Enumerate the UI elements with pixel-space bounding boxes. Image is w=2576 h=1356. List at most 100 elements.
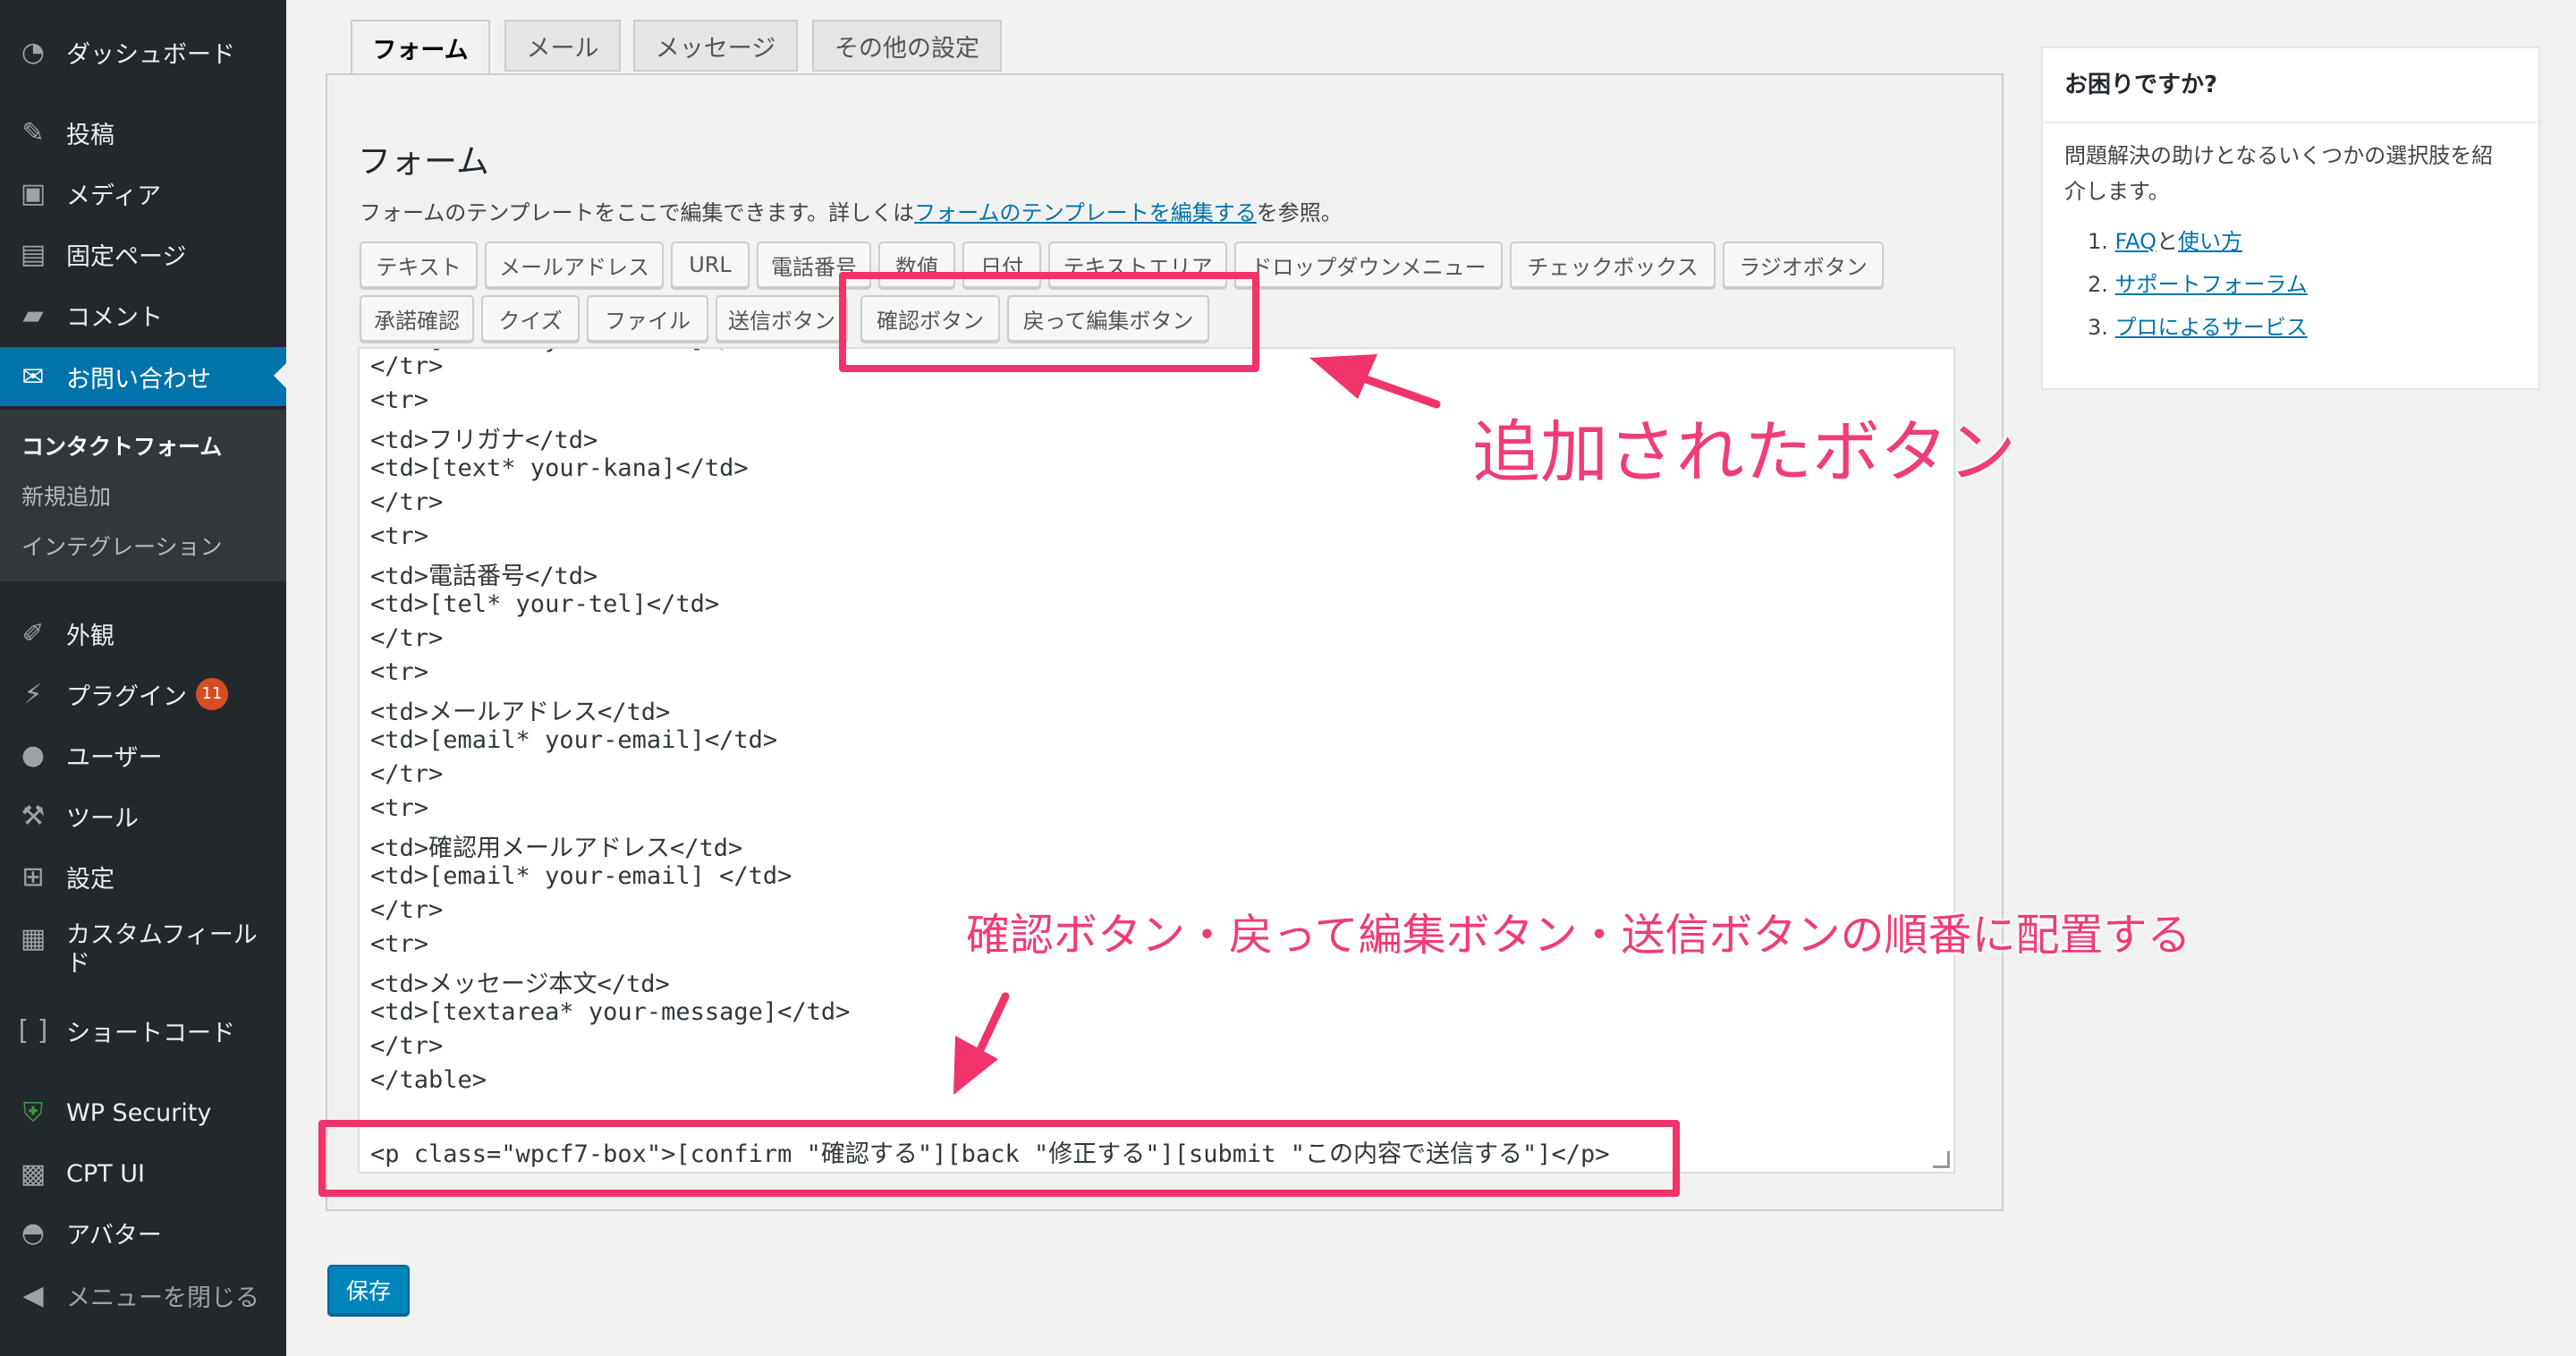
help-list-item-3: 3. プロによるサービス [2088,309,2308,341]
code-line: </tr> [370,352,444,380]
tab-form[interactable]: フォーム [351,20,490,75]
menu-posts[interactable]: ✎ 投稿 [0,104,286,161]
menu-dashboard-label: ダッシュボード [66,40,235,69]
tag-button-text[interactable]: テキスト [360,242,478,288]
menu-dashboard[interactable]: ◔ ダッシュボード [0,23,286,81]
menu-pages[interactable]: ▤ 固定ページ [0,225,286,283]
menu-avatar[interactable]: ◓ アバター [0,1204,286,1261]
submenu-integration[interactable]: インテグレーション [21,530,223,562]
menu-wp-security[interactable]: ⛨ WP Security [0,1084,286,1141]
user-icon: ● [21,739,46,771]
contact-submenu: コンタクトフォーム 新規追加 インテグレーション [0,410,286,581]
panel-description: フォームのテンプレートをここで編集できます。詳しくはフォームのテンプレートを編集… [360,195,1343,226]
tab-messages[interactable]: メッセージ [633,20,798,72]
code-line: <td>[textarea* your-message]</td> [370,998,851,1026]
tab-mail[interactable]: メール [504,20,621,72]
mail-icon: ✉ [21,360,45,393]
code-line: <td>電話番号</td> [370,563,598,590]
table-icon: ▦ [20,923,47,954]
dashboard-icon: ◔ [21,36,46,68]
menu-contact-label: お問い合わせ [66,365,211,394]
code-line: <td>確認用メールアドレス</td> [370,835,743,862]
help-divider [2043,122,2538,123]
tag-button-submit[interactable]: 送信ボタン [716,295,848,342]
menu-settings[interactable]: ⊞ 設定 [0,848,286,905]
menu-comments[interactable]: ▰ コメント [0,286,286,343]
order-note-callout: 確認ボタン・戻って編集ボタン・送信ボタンの順番に配置する [966,910,2191,961]
menu-avatar-label: アバター [66,1221,162,1250]
code-line: </tr> [370,896,444,924]
submenu-contact-form[interactable]: コンタクトフォーム [21,429,222,462]
tag-button-checkbox[interactable]: チェックボックス [1510,242,1716,288]
menu-posts-label: 投稿 [66,121,114,149]
menu-appearance[interactable]: ✐ 外観 [0,605,286,662]
tab-other-settings[interactable]: その他の設定 [812,20,1002,72]
code-line: <tr> [370,658,429,686]
submenu-add-new[interactable]: 新規追加 [21,479,111,512]
desc-text-before: フォームのテンプレートをここで編集できます。詳しくは [360,200,915,225]
active-notch [274,363,286,388]
menu-collapse[interactable]: ◀ メニューを閉じる [0,1267,286,1324]
resize-handle-icon[interactable] [1933,1151,1950,1168]
code-line: <td>[email* your-email]</td> [370,726,778,754]
added-buttons-callout: 追加されたボタン [1472,412,2016,492]
code-line: </tr> [370,488,444,516]
menu-cpt-ui[interactable]: ▩ CPT UI [0,1145,286,1202]
collapse-arrow-icon: ◀ [22,1279,44,1311]
menu-appearance-label: 外観 [66,622,114,650]
menu-media[interactable]: ▣ メディア [0,165,286,222]
menu-comments-label: コメント [66,303,163,332]
tag-button-radio[interactable]: ラジオボタン [1723,242,1884,288]
faq-link[interactable]: FAQ [2115,229,2157,254]
wrench-icon: ⚒ [21,800,46,832]
code-line-highlight [318,1120,1680,1197]
help-title: お困りですか? [2064,72,2218,98]
code-line: </tr> [370,624,444,652]
tag-button-email[interactable]: メールアドレス [485,242,664,288]
code-line: <td>メールアドレス</td> [370,699,671,726]
code-line: <td>[tel* your-tel]</td> [370,590,720,618]
help-num-2: 2. [2088,272,2108,297]
menu-shortcode[interactable]: [ ] ショートコード [0,1002,286,1059]
menu-tools-label: ツール [66,804,139,833]
desc-text-after: を参照。 [1256,200,1343,225]
menu-custom-fields[interactable]: ▦ カスタムフィールド [0,914,286,993]
help-num-1: 1. [2088,229,2108,254]
menu-custom-fields-label: カスタムフィールド [66,921,258,978]
code-line: <td>フリガナ</td> [370,427,598,454]
menu-wp-security-label: WP Security [66,1098,212,1127]
menu-shortcode-label: ショートコード [66,1019,235,1047]
menu-tools[interactable]: ⚒ ツール [0,787,286,844]
menu-contact[interactable]: ✉ お問い合わせ [0,347,286,406]
shield-icon: ⛨ [22,1097,44,1129]
pro-services-link[interactable]: プロによるサービス [2115,315,2308,340]
plugin-icon: ⚡ [23,678,43,710]
help-list-item-1: 1. FAQと使い方 [2088,224,2242,255]
support-forum-link[interactable]: サポートフォーラム [2115,272,2308,297]
menu-pages-label: 固定ページ [66,242,187,271]
tag-button-dropdown[interactable]: ドロップダウンメニュー [1234,242,1503,288]
help-num-3: 3. [2088,315,2108,340]
menu-users[interactable]: ● ユーザー [0,726,286,784]
plugins-update-badge: 11 [196,678,228,710]
menu-plugins-label: プラグイン [66,682,187,711]
tag-button-file[interactable]: ファイル [587,295,708,342]
code-line: <td>[text* your-kana]</td> [370,454,749,482]
brush-icon: ✐ [21,617,45,649]
menu-collapse-label: メニューを閉じる [66,1284,259,1312]
help-body: 問題解決の助けとなるいくつかの選択肢を紹介します。 [2064,143,2494,204]
menu-plugins[interactable]: ⚡ プラグイン 11 [0,665,286,723]
save-button[interactable]: 保存 [327,1265,410,1315]
code-line: <tr> [370,930,429,958]
avatar-icon: ◓ [21,1216,46,1249]
edit-template-link[interactable]: フォームのテンプレートを編集する [914,200,1257,225]
pages-icon: ▤ [20,238,47,270]
code-line: <td>[email* your-email] </td> [370,862,792,890]
tag-button-quiz[interactable]: クイズ [481,295,580,342]
usage-link[interactable]: 使い方 [2178,229,2242,254]
pin-icon: ✎ [21,116,45,148]
settings-icon: ⊞ [21,860,45,893]
tag-button-acceptance[interactable]: 承諾確認 [360,295,474,342]
code-line: <tr> [370,386,429,414]
tag-button-url[interactable]: URL [671,242,750,288]
